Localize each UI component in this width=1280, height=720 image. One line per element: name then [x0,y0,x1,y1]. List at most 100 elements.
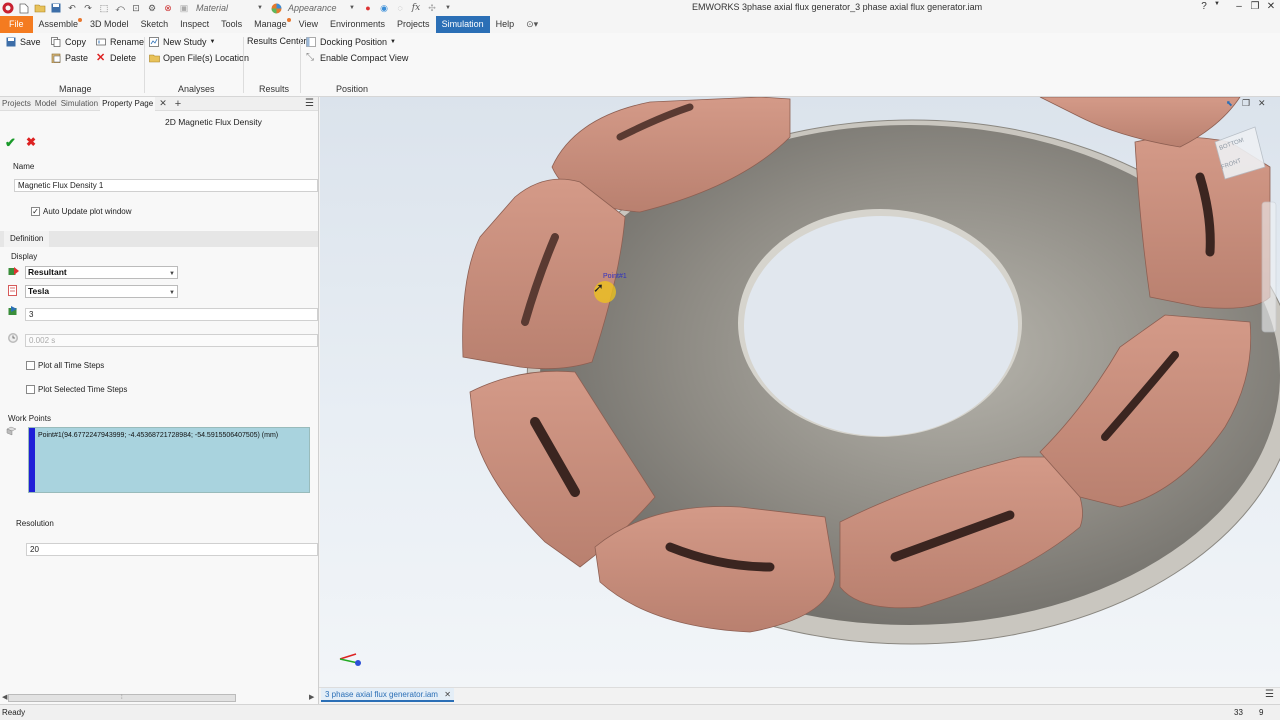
plot-all-time-steps-label: Plot all Time Steps [38,361,105,370]
customize-qat-icon[interactable]: ▼ [442,2,454,14]
docking-position-button[interactable]: Docking Position ▼ [306,37,396,47]
measure-icon[interactable]: ⊡ [130,2,142,14]
generator-model[interactable]: BOTTOM FRONT Point#1 ➚ [320,97,1280,687]
panel-menu-icon[interactable]: ☰ [305,97,314,111]
tab-definition[interactable]: Definition [4,231,50,247]
new-file-icon[interactable] [18,2,30,14]
tab-simulation-browser[interactable]: Simulation [59,97,100,111]
chevron-down-icon: ▼ [390,39,396,45]
viewport-restore-icon[interactable]: ⬉ [1226,99,1233,108]
copy-button[interactable]: Copy [51,37,86,47]
plot-selected-time-steps-checkbox[interactable] [26,385,35,394]
document-tabs: 3 phase axial flux generator.iam ✕ ☰ [319,687,1280,702]
group-label-results: Results [259,84,290,94]
work-points-list[interactable]: Point#1(94.6772247943999; -4.45368721728… [28,427,310,493]
paste-icon [51,53,61,64]
rename-icon [96,37,106,47]
chevron-down-icon[interactable]: ▼ [346,2,358,14]
delete-button[interactable]: ✕ Delete [96,53,136,64]
scroll-thumb-grip[interactable]: ⁞ [121,695,123,701]
browser-tabs: Projects Model Simulation Property Page … [0,96,318,111]
coil [594,506,836,633]
tab-projects[interactable]: Projects [391,16,436,33]
tab-property-page[interactable]: Property Page [100,96,156,111]
copy-icon [51,37,61,47]
ribbon-options-icon[interactable]: ⊙▾ [520,16,544,33]
save-icon[interactable] [50,2,62,14]
chevron-down-icon: ▼ [209,39,216,45]
open-folder-icon[interactable] [34,2,46,14]
3d-viewport[interactable]: BOTTOM FRONT Point#1 ➚ ⬉ ❐ ✕ [320,97,1280,687]
update-icon[interactable]: ⚙ [146,2,158,14]
tab-simulation[interactable]: Simulation [435,16,490,33]
tab-help[interactable]: Help [490,16,521,33]
results-center-button[interactable]: Results Center [247,36,307,46]
restore-icon[interactable]: ❐ [1248,1,1262,15]
appearance-dropdown[interactable]: Appearance [288,3,344,13]
tab-inspect[interactable]: Inspect [174,16,215,33]
color-palette-icon[interactable]: ● [362,2,374,14]
minimize-icon[interactable]: – [1232,1,1246,15]
tab-environments[interactable]: Environments [324,16,391,33]
name-field[interactable]: Magnetic Flux Density 1 [14,179,318,192]
auto-update-checkbox[interactable]: ✓ [31,207,40,216]
close-tab-icon[interactable]: ✕ [159,98,167,109]
window-title: EMWORKS 3phase axial flux generator_3 ph… [692,2,983,12]
undo-icon[interactable]: ↶ [66,2,78,14]
scroll-left-icon[interactable]: ◀ [2,693,7,701]
select-icon[interactable]: ⬚ [98,2,110,14]
horizontal-scrollbar[interactable]: ⁞ [8,694,236,702]
close-icon[interactable]: ✕ [1264,1,1278,15]
tab-file[interactable]: File [0,16,33,33]
axis-triad [339,653,361,666]
unit-dropdown[interactable]: Tesla ▼ [25,285,178,298]
group-divider [144,37,145,93]
open-file-location-button[interactable]: Open File(s) Location [149,53,249,63]
resolution-field[interactable]: 20 [26,543,318,556]
enable-compact-view-button[interactable]: ⤡ Enable Compact View [306,53,408,64]
clear-icon[interactable]: ⊗ [162,2,174,14]
work-point-item[interactable]: Point#1(94.6772247943999; -4.45368721728… [38,432,278,439]
cancel-x-icon[interactable]: ✖ [26,135,36,149]
rename-button[interactable]: Rename [96,37,144,47]
add-icon[interactable]: ✣ [426,2,438,14]
add-tab-icon[interactable]: + [175,98,181,110]
tab-3d-model[interactable]: 3D Model [84,16,135,33]
scroll-right-icon[interactable]: ▶ [309,693,314,701]
component-dropdown[interactable]: Resultant ▼ [25,266,178,279]
help-icon[interactable]: ? [1197,1,1211,15]
close-icon[interactable]: ✕ [444,688,451,702]
parameters-fx-icon[interactable]: fx [410,2,422,14]
document-tab[interactable]: 3 phase axial flux generator.iam ✕ [321,688,454,702]
app-logo-icon[interactable] [2,2,14,14]
help-chevron-icon[interactable]: ▼ [1210,1,1224,15]
redo-icon[interactable]: ↷ [82,2,94,14]
chevron-down-icon[interactable]: ▼ [254,2,266,14]
work-points-label: Work Points [8,414,51,423]
viewport-close-icon[interactable]: ✕ [1258,98,1266,109]
display-label: Display [11,252,38,261]
paste-button[interactable]: Paste [51,53,88,64]
time-field: 0.002 s [25,334,318,347]
tab-projects-browser[interactable]: Projects [0,97,33,111]
material-dropdown[interactable]: Material [196,3,252,13]
navigation-bar[interactable] [1261,201,1277,333]
save-button[interactable]: Save [6,37,41,47]
tab-sketch[interactable]: Sketch [135,16,175,33]
save-icon [6,37,16,47]
new-study-button[interactable]: New Study ▼ [149,37,215,47]
viewport-maximize-icon[interactable]: ❐ [1242,98,1250,109]
tab-model-browser[interactable]: Model [33,97,59,111]
tab-list-icon[interactable]: ☰ [1265,689,1274,700]
plot-all-time-steps-checkbox[interactable] [26,361,35,370]
clear-appearance-icon[interactable]: ◌ [394,2,406,14]
time-step-field[interactable]: 3 [25,308,318,321]
return-icon[interactable]: ⤺ [114,2,126,14]
ok-check-icon[interactable]: ✔ [5,135,16,151]
tab-manage[interactable]: Manage [248,16,293,33]
docking-icon [306,37,316,47]
tab-tools[interactable]: Tools [215,16,248,33]
adjust-icon[interactable]: ◉ [378,2,390,14]
tab-assemble[interactable]: Assemble [33,16,85,33]
tab-view[interactable]: View [293,16,324,33]
